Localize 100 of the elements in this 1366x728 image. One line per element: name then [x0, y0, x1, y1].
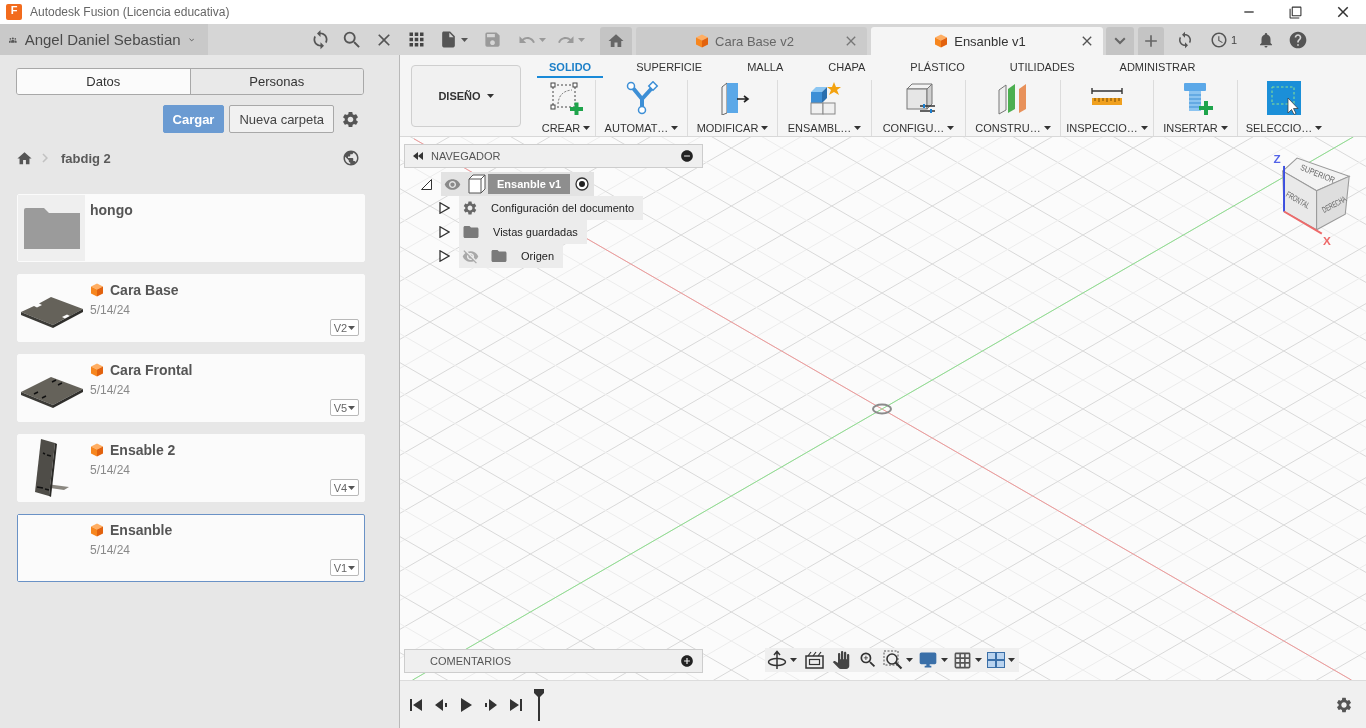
- ribbon-tool-button[interactable]: INSERTAR: [1153, 80, 1237, 136]
- file-icon[interactable]: [439, 30, 458, 49]
- globe-icon[interactable]: [342, 149, 360, 167]
- restore-icon[interactable]: [1289, 5, 1302, 19]
- clock-icon[interactable]: [1210, 30, 1228, 49]
- collapsed-triangle-icon[interactable]: [439, 226, 450, 238]
- folder-card[interactable]: hongo: [17, 194, 365, 262]
- card-title: Ensable 2: [110, 442, 176, 458]
- caret-icon: [348, 565, 356, 570]
- timeline-marker-icon[interactable]: [533, 687, 545, 722]
- window-title: Autodesk Fusion (Licencia educativa): [30, 5, 230, 19]
- tree-item-label: Origen: [521, 250, 555, 262]
- new-folder-button[interactable]: Nueva carpeta: [229, 105, 334, 133]
- collapsed-triangle-icon[interactable]: [439, 202, 450, 214]
- card-date: 5/14/24: [90, 463, 131, 477]
- frame-icon[interactable]: [805, 651, 824, 669]
- ribbon-tool-button[interactable]: SELECCIO…: [1237, 80, 1330, 136]
- caret-icon[interactable]: [461, 37, 468, 42]
- ribbon-tool-button[interactable]: CONSTRU…: [965, 80, 1060, 136]
- node-graph-icon: [624, 81, 659, 115]
- version-dropdown[interactable]: V5: [330, 399, 359, 416]
- card-title: Cara Frontal: [110, 362, 193, 378]
- sketch-plus-icon: [549, 81, 583, 115]
- hand-icon[interactable]: [832, 651, 850, 669]
- expanded-triangle-icon[interactable]: [421, 178, 432, 190]
- caret-icon[interactable]: [941, 658, 948, 662]
- caret-icon: [1220, 126, 1228, 130]
- ribbon-tab[interactable]: SUPERFICIE: [624, 57, 715, 78]
- settings-icon[interactable]: [341, 109, 360, 129]
- cube-icon: [90, 363, 104, 377]
- chevron-down-icon: [188, 35, 194, 44]
- home-tab[interactable]: [600, 27, 632, 55]
- ribbon-tab[interactable]: SOLIDO: [537, 57, 604, 78]
- design-card[interactable]: Cara Base 5/14/24 V2: [17, 274, 365, 342]
- step-back-icon[interactable]: [433, 696, 449, 713]
- caret-icon[interactable]: [906, 658, 913, 662]
- play-icon[interactable]: [458, 696, 474, 713]
- design-card[interactable]: Ensanble 5/14/24 V1: [17, 514, 365, 582]
- data-tab[interactable]: Datos: [17, 69, 190, 94]
- breadcrumb-item[interactable]: fabdig 2: [61, 150, 111, 166]
- monitor-icon[interactable]: [918, 650, 938, 670]
- version-dropdown[interactable]: V4: [330, 479, 359, 496]
- chevron-down-icon: [1114, 37, 1126, 45]
- origin-icon: [872, 403, 892, 415]
- cube-icon: [695, 34, 710, 48]
- tree-item[interactable]: Vistas guardadas: [459, 220, 587, 244]
- ribbon-tool-button[interactable]: CONFIGU…: [871, 80, 965, 136]
- data-tab[interactable]: Personas: [189, 69, 363, 94]
- ribbon-tab[interactable]: PLÁSTICO: [898, 57, 977, 78]
- workspace-dropdown[interactable]: DISEÑO: [411, 65, 521, 127]
- caret-icon[interactable]: [1008, 658, 1015, 662]
- home-icon[interactable]: [16, 149, 33, 167]
- step-forward-icon[interactable]: [483, 696, 499, 713]
- ribbon-tool-button[interactable]: CREAR: [537, 80, 595, 136]
- ribbon-tool-button[interactable]: MODIFICAR: [687, 80, 777, 136]
- tree-item[interactable]: Configuración del documento: [459, 196, 644, 220]
- tree-item[interactable]: Origen: [459, 244, 564, 268]
- ribbon-tab[interactable]: UTILIDADES: [997, 57, 1087, 78]
- document-tab[interactable]: Cara Base v2: [636, 27, 867, 55]
- caret-icon[interactable]: [975, 658, 982, 662]
- ribbon-tab[interactable]: CHAPA: [816, 57, 878, 78]
- radio-icon[interactable]: [575, 177, 590, 191]
- sync-icon[interactable]: [1176, 30, 1194, 49]
- version-dropdown[interactable]: V2: [330, 319, 359, 336]
- card-date: 5/14/24: [90, 383, 131, 397]
- settings-icon: [462, 200, 478, 216]
- settings-icon[interactable]: [1335, 695, 1353, 714]
- caret-icon: [348, 405, 356, 410]
- ribbon-tool-button[interactable]: ENSAMBL…: [777, 80, 871, 136]
- folder-icon: [490, 247, 508, 265]
- zoom-in-icon[interactable]: [858, 650, 878, 670]
- new-tab-button[interactable]: [1138, 27, 1164, 55]
- help-icon[interactable]: [1288, 29, 1308, 50]
- double-left-arrow-icon[interactable]: [413, 152, 423, 160]
- design-card[interactable]: Ensable 2 5/14/24 V4: [17, 434, 365, 502]
- user-menu[interactable]: Angel Daniel Sebastian: [0, 24, 208, 55]
- view-cube[interactable]: [1281, 157, 1351, 231]
- axis-label: Z: [1273, 152, 1281, 166]
- tree-item-label: Configuración del documento: [491, 202, 635, 214]
- caret-icon: [761, 126, 769, 130]
- bell-icon[interactable]: [1257, 30, 1275, 49]
- zoom-window-icon[interactable]: [883, 650, 903, 670]
- ribbon-tab[interactable]: ADMINISTRAR: [1107, 57, 1208, 78]
- card-title: Cara Base: [110, 282, 179, 298]
- selection-icon: [1267, 81, 1301, 115]
- grid-icon[interactable]: [953, 650, 972, 670]
- ribbon-tab[interactable]: MALLA: [735, 57, 796, 78]
- document-tab[interactable]: Ensanble v1: [871, 27, 1103, 55]
- orbit-icon[interactable]: [767, 650, 787, 670]
- ribbon-tool-button[interactable]: AUTOMAT…: [595, 80, 687, 136]
- skip-to-start-icon[interactable]: [408, 696, 424, 713]
- card-title: Ensanble: [110, 522, 173, 538]
- design-card[interactable]: Cara Frontal 5/14/24 V5: [17, 354, 365, 422]
- ribbon-tool-button[interactable]: INSPECCIO…: [1060, 80, 1153, 136]
- caret-icon[interactable]: [790, 658, 797, 662]
- skip-to-end-icon[interactable]: [508, 696, 524, 713]
- version-dropdown[interactable]: V1: [330, 559, 359, 576]
- collapsed-triangle-icon[interactable]: [439, 250, 450, 262]
- tab-list-button[interactable]: [1106, 27, 1134, 55]
- card-title: hongo: [90, 202, 133, 218]
